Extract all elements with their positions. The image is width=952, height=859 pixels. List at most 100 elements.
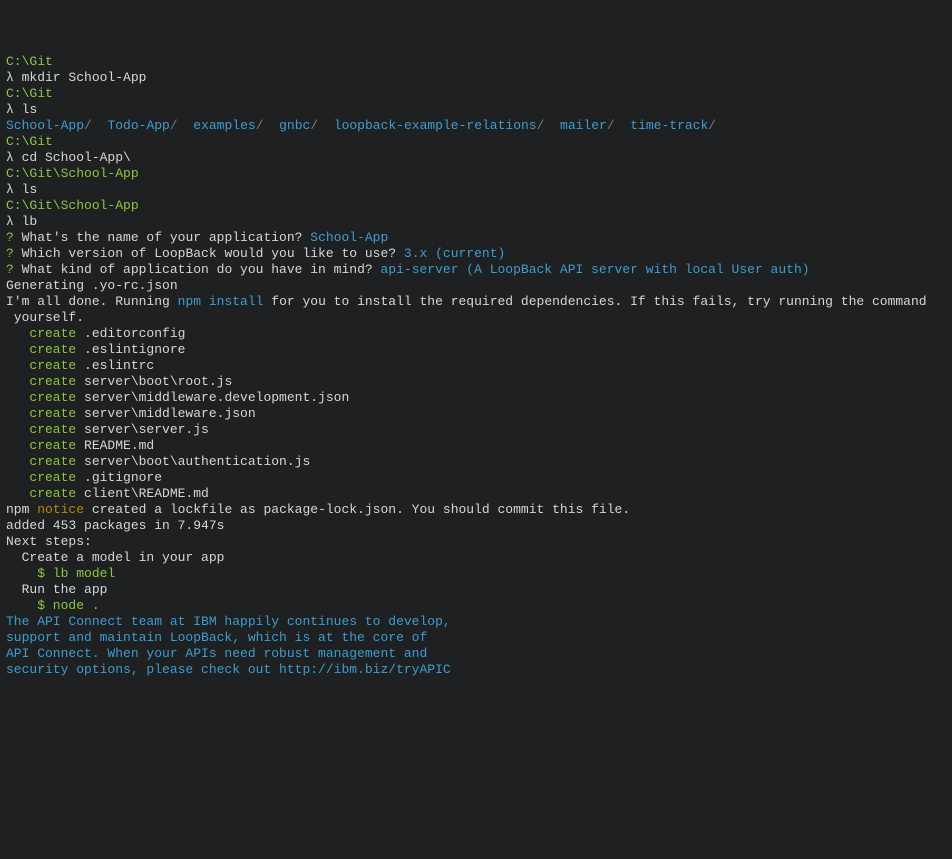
- create-word: create: [29, 326, 76, 341]
- create-word: create: [29, 390, 76, 405]
- file: .eslintignore: [76, 342, 185, 357]
- sep: [318, 118, 334, 133]
- text: $ node .: [6, 598, 100, 613]
- terminal-line: $ node .: [6, 598, 946, 614]
- text: C:\Git\School-App: [6, 198, 139, 213]
- text: added 453 packages in 7.947s: [6, 518, 224, 533]
- text: [6, 438, 29, 453]
- text: C:\Git: [6, 86, 53, 101]
- prompt-mark: ?: [6, 230, 14, 245]
- text: [6, 390, 29, 405]
- question: What kind of application do you have in …: [14, 262, 381, 277]
- terminal-line: $ lb model: [6, 566, 946, 582]
- ls-output: School-App/ Todo-App/ examples/ gnbc/ lo…: [6, 118, 946, 134]
- terminal-line: API Connect. When your APIs need robust …: [6, 646, 946, 662]
- file: .eslintrc: [76, 358, 154, 373]
- create-word: create: [29, 470, 76, 485]
- terminal-line: C:\Git: [6, 134, 946, 150]
- create-word: create: [29, 406, 76, 421]
- create-word: create: [29, 422, 76, 437]
- terminal-line: create client\README.md: [6, 486, 946, 502]
- text: The API Connect team at IBM happily cont…: [6, 614, 451, 629]
- done-line: I'm all done. Running npm install for yo…: [6, 294, 946, 326]
- terminal-line: create .gitignore: [6, 470, 946, 486]
- text: Generating .yo-rc.json: [6, 278, 178, 293]
- terminal-line: added 453 packages in 7.947s: [6, 518, 946, 534]
- terminal-line: create server\boot\authentication.js: [6, 454, 946, 470]
- sep: [264, 118, 280, 133]
- text: Create a model in your app: [6, 550, 224, 565]
- question: Which version of LoopBack would you like…: [14, 246, 404, 261]
- terminal-line: The API Connect team at IBM happily cont…: [6, 614, 946, 630]
- text: support and maintain LoopBack, which is …: [6, 630, 427, 645]
- terminal-output[interactable]: C:\Gitλ mkdir School-AppC:\Gitλ lsSchool…: [6, 54, 946, 678]
- text: λ ls: [6, 102, 37, 117]
- text: security options, please check out http:…: [6, 662, 451, 677]
- file: server\server.js: [76, 422, 209, 437]
- text: [6, 486, 29, 501]
- text: λ mkdir School-App: [6, 70, 146, 85]
- terminal-line: create .editorconfig: [6, 326, 946, 342]
- text: I'm all done. Running: [6, 294, 178, 309]
- dir-name: Todo-App: [107, 118, 169, 133]
- terminal-line: create .eslintignore: [6, 342, 946, 358]
- terminal-line: λ ls: [6, 182, 946, 198]
- slash: /: [170, 118, 178, 133]
- slash: /: [708, 118, 716, 133]
- sep: [615, 118, 631, 133]
- text: λ lb: [6, 214, 37, 229]
- terminal-line: npm notice created a lockfile as package…: [6, 502, 946, 518]
- terminal-line: support and maintain LoopBack, which is …: [6, 630, 946, 646]
- terminal-line: λ cd School-App\: [6, 150, 946, 166]
- terminal-line: create server\boot\root.js: [6, 374, 946, 390]
- file: server\middleware.json: [76, 406, 255, 421]
- terminal-line: create server\middleware.json: [6, 406, 946, 422]
- terminal-line: Create a model in your app: [6, 550, 946, 566]
- text: $ lb model: [6, 566, 115, 581]
- file: .gitignore: [76, 470, 162, 485]
- file: client\README.md: [76, 486, 209, 501]
- terminal-line: λ mkdir School-App: [6, 70, 946, 86]
- text: created a lockfile as package-lock.json.…: [84, 502, 630, 517]
- create-word: create: [29, 486, 76, 501]
- terminal-line: ? Which version of LoopBack would you li…: [6, 246, 946, 262]
- dir-name: time-track: [630, 118, 708, 133]
- terminal-line: C:\Git: [6, 86, 946, 102]
- slash: /: [607, 118, 615, 133]
- terminal-line: create server\server.js: [6, 422, 946, 438]
- create-word: create: [29, 342, 76, 357]
- dir-name: School-App: [6, 118, 84, 133]
- question: What's the name of your application?: [14, 230, 310, 245]
- create-word: create: [29, 454, 76, 469]
- terminal-line: ? What's the name of your application? S…: [6, 230, 946, 246]
- text: [6, 358, 29, 373]
- dir-name: examples: [193, 118, 255, 133]
- sep: [544, 118, 560, 133]
- answer: 3.x (current): [404, 246, 505, 261]
- file: server\middleware.development.json: [76, 390, 349, 405]
- text: C:\Git: [6, 134, 53, 149]
- text: Next steps:: [6, 534, 92, 549]
- text: Run the app: [6, 582, 107, 597]
- sep: [178, 118, 194, 133]
- terminal-line: C:\Git\School-App: [6, 198, 946, 214]
- text: [6, 422, 29, 437]
- text: [6, 454, 29, 469]
- text: C:\Git: [6, 54, 53, 69]
- file: README.md: [76, 438, 154, 453]
- terminal-line: Generating .yo-rc.json: [6, 278, 946, 294]
- text: [6, 374, 29, 389]
- terminal-line: ? What kind of application do you have i…: [6, 262, 946, 278]
- create-word: create: [29, 358, 76, 373]
- slash: /: [256, 118, 264, 133]
- terminal-line: Next steps:: [6, 534, 946, 550]
- text: [6, 406, 29, 421]
- terminal-line: create README.md: [6, 438, 946, 454]
- terminal-line: create server\middleware.development.jso…: [6, 390, 946, 406]
- prompt-mark: ?: [6, 246, 14, 261]
- text: [6, 470, 29, 485]
- create-word: create: [29, 438, 76, 453]
- prompt-mark: ?: [6, 262, 14, 277]
- file: server\boot\root.js: [76, 374, 232, 389]
- slash: /: [310, 118, 318, 133]
